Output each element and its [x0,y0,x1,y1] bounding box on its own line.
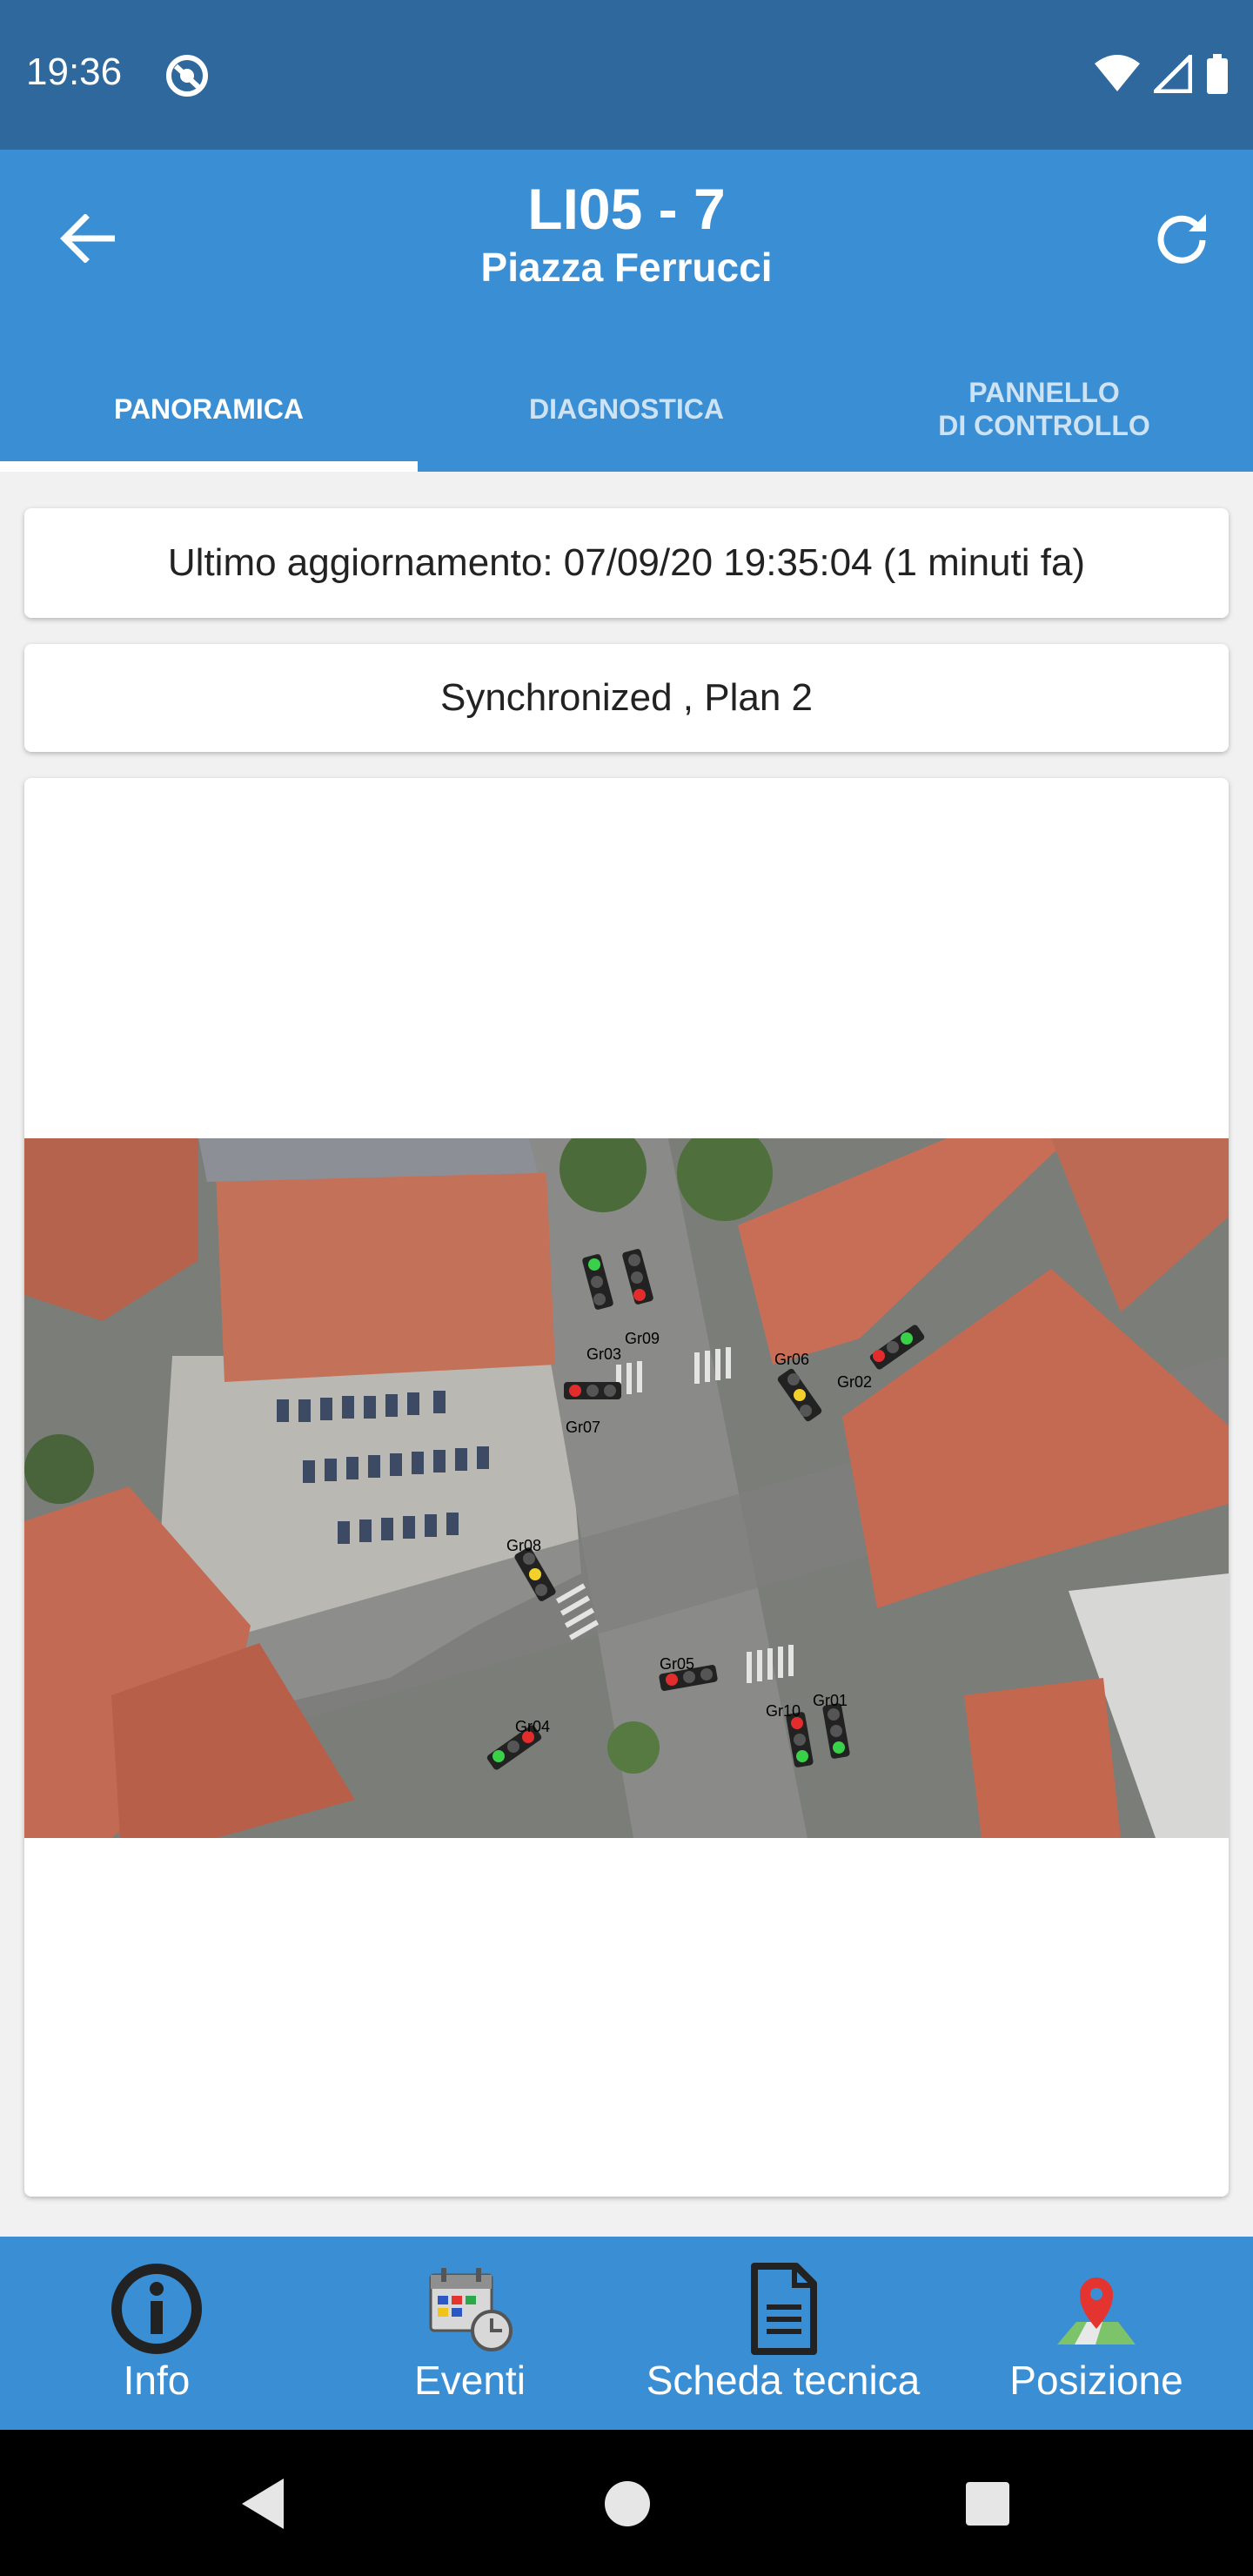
tab-bar: PANORAMICA DIAGNOSTICA PANNELLO DI CONTR… [0,346,1253,472]
status-bar: 19:36 [0,0,1253,150]
signal-label-gr08: Gr08 [506,1537,541,1554]
intersection-map[interactable]: Gr01 Gr02 Gr03 Gr04 Gr05 Gr06 Gr07 Gr08 … [24,1138,1229,1838]
signal-label-gr04: Gr04 [515,1718,550,1735]
system-navigation-bar [0,2430,1253,2576]
nav-info-label: Info [123,2358,191,2403]
document-icon [751,2263,817,2355]
tab-diagnostica[interactable]: DIAGNOSTICA [418,346,835,472]
refresh-icon [1157,214,1206,264]
nav-posizione[interactable]: Posizione [940,2237,1253,2430]
page-title: LI05 - 7 [527,177,726,241]
last-update-card: Ultimo aggiornamento: 07/09/20 19:35:04 … [24,508,1229,618]
status-time: 19:36 [26,50,123,93]
info-icon [111,2264,202,2354]
do-not-disturb-icon [166,55,208,97]
wifi-icon [1095,55,1140,91]
back-triangle-icon[interactable] [235,2473,296,2534]
nav-scheda-tecnica[interactable]: Scheda tecnica [626,2237,940,2430]
page-subtitle: Piazza Ferrucci [480,245,773,290]
signal-label-gr07: Gr07 [566,1419,600,1436]
signal-label-gr02: Gr02 [837,1373,872,1391]
signal-label-gr03: Gr03 [586,1345,621,1363]
bottom-navigation: Info Eventi Scheda tecnica Posizione [0,2237,1253,2430]
signal-label-gr01: Gr01 [813,1692,848,1709]
signal-icon [1154,55,1192,93]
recents-square-icon[interactable] [957,2473,1018,2534]
tab-pannello-di-controllo[interactable]: PANNELLO DI CONTROLLO [835,346,1253,472]
app-bar: LI05 - 7 Piazza Ferrucci PANORAMICA DIAG… [0,150,1253,472]
sync-status-card: Synchronized , Plan 2 [24,644,1229,752]
nav-eventi[interactable]: Eventi [313,2237,626,2430]
nav-posizione-label: Posizione [1009,2358,1183,2403]
refresh-button[interactable] [1143,198,1220,275]
nav-eventi-label: Eventi [414,2358,526,2403]
home-circle-icon[interactable] [597,2473,658,2534]
signal-label-gr09: Gr09 [625,1330,660,1347]
signal-label-gr10: Gr10 [766,1702,801,1720]
intersection-map-card: Gr01 Gr02 Gr03 Gr04 Gr05 Gr06 Gr07 Gr08 … [24,778,1229,2197]
last-update-text: Ultimo aggiornamento: 07/09/20 19:35:04 … [167,541,1086,584]
nav-info[interactable]: Info [0,2237,313,2430]
signal-label-gr06: Gr06 [774,1351,809,1368]
calendar-clock-icon [429,2268,513,2351]
battery-icon [1207,54,1228,94]
aerial-map-image: Gr01 Gr02 Gr03 Gr04 Gr05 Gr06 Gr07 Gr08 … [24,1138,1229,1838]
tab-panoramica[interactable]: PANORAMICA [0,346,418,472]
map-pin-icon [1057,2277,1136,2345]
signal-label-gr05: Gr05 [660,1655,694,1673]
sync-status-text: Synchronized , Plan 2 [439,676,814,719]
nav-scheda-tecnica-label: Scheda tecnica [646,2358,921,2403]
